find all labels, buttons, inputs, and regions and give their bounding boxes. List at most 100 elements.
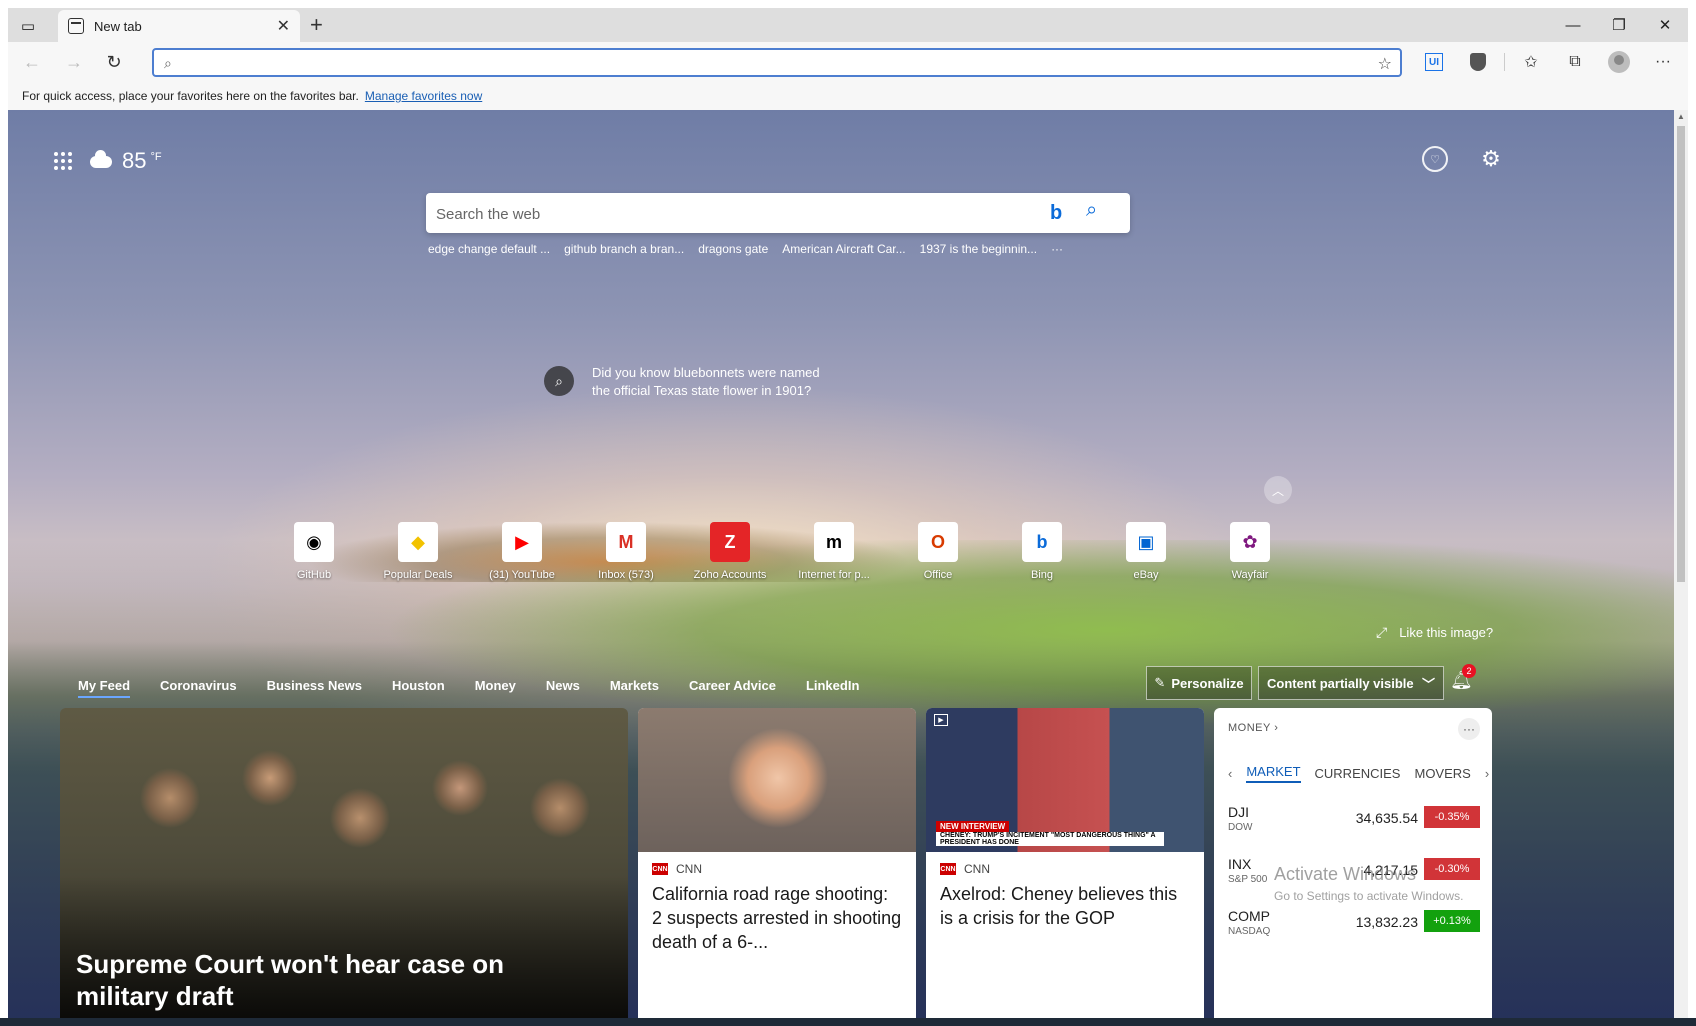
money-tab[interactable]: MARKET [1246, 764, 1301, 783]
content-visibility-dropdown[interactable]: Content partially visible ﹀ [1258, 666, 1444, 700]
apps-launcher-icon[interactable] [54, 152, 72, 170]
minimize-button[interactable]: — [1550, 8, 1596, 42]
chevron-left-icon[interactable]: ‹ [1228, 766, 1232, 781]
forward-button[interactable]: → [60, 50, 88, 74]
more-menu-button[interactable]: ··· [1641, 48, 1685, 76]
web-search-input[interactable] [436, 203, 1026, 225]
suggestion-item[interactable]: github branch a bran... [564, 242, 684, 256]
chevron-up-icon[interactable]: ︿ [1264, 476, 1292, 504]
manage-favorites-link[interactable]: Manage favorites now [365, 89, 482, 103]
feed-tab[interactable]: Coronavirus [160, 678, 237, 698]
weather-unit: °F [150, 151, 162, 163]
chevron-down-icon: ﹀ [1421, 676, 1435, 692]
market-row[interactable]: COMP NASDAQ 13,832.23 +0.13% [1228, 908, 1480, 948]
page-settings-icon[interactable]: ⚙ [1478, 146, 1504, 172]
tab-actions-icon[interactable]: ▭ [14, 14, 42, 38]
favorites-bar: For quick access, place your favorites h… [8, 82, 1688, 110]
office-icon: O [918, 522, 958, 562]
feed-tab[interactable]: Markets [610, 678, 659, 698]
suggestions-more[interactable]: ··· [1051, 242, 1063, 256]
browser-window: ▭ New tab ✕ + — ❐ ✕ ← → ↻ ⌕ ☆ UI ✩ ⧉ ···… [8, 8, 1688, 1026]
quick-link[interactable]: ▣ eBay [1094, 522, 1198, 581]
news-source-label: CNN [964, 862, 990, 876]
scrollbar-thumb[interactable] [1677, 126, 1685, 582]
image-fact-text: Did you know bluebonnets were named the … [592, 365, 820, 398]
news-card[interactable]: ▶ NEW INTERVIEW CHENEY: TRUMP'S INCITEME… [926, 708, 1204, 1026]
quick-link[interactable]: ✿ Wayfair [1198, 522, 1302, 581]
page-scrollbar[interactable]: ▲ [1674, 110, 1688, 1026]
cloud-icon [90, 150, 112, 168]
feed-tab[interactable]: Houston [392, 678, 445, 698]
quick-link[interactable]: O Office [886, 522, 990, 581]
feed-tab[interactable]: Money [475, 678, 516, 698]
pencil-icon: ✎ [1154, 675, 1166, 690]
quick-link-label: Popular Deals [383, 569, 453, 581]
market-change: +0.13% [1424, 910, 1480, 932]
personalize-button[interactable]: ✎ Personalize [1146, 666, 1252, 700]
market-symbol: INX [1228, 856, 1252, 872]
favorites-button[interactable]: ✩ [1509, 48, 1553, 76]
quick-link[interactable]: ◉ GitHub [262, 522, 366, 581]
profile-button[interactable] [1597, 48, 1641, 76]
feed-tab[interactable]: My Feed [78, 678, 131, 698]
rewards-icon[interactable]: ♡ [1422, 146, 1448, 172]
search-submit-icon[interactable]: ⌕ [1086, 199, 1097, 222]
ebay-icon: ▣ [1126, 522, 1166, 562]
quick-link-label: GitHub [296, 569, 332, 581]
collections-button[interactable]: ⧉ [1553, 48, 1597, 76]
suggestion-item[interactable]: American Aircraft Car... [782, 242, 905, 256]
money-header[interactable]: MONEY › [1228, 722, 1278, 734]
market-change: -0.30% [1424, 858, 1480, 880]
news-thumbnail [638, 708, 916, 852]
address-bar[interactable]: ⌕ ☆ [152, 48, 1402, 77]
feed-nav: My Feed Coronavirus Business News Housto… [78, 678, 859, 698]
hero-news-card[interactable]: Supreme Court won't hear case on militar… [60, 708, 628, 1026]
image-info[interactable]: ⌕ Did you know bluebonnets were named th… [544, 364, 832, 400]
zoho-icon: Z [710, 522, 750, 562]
feed-tab[interactable]: News [546, 678, 580, 698]
address-input[interactable] [188, 53, 1338, 73]
quick-link[interactable]: Z Zoho Accounts [678, 522, 782, 581]
ui-extension-button[interactable]: UI [1412, 48, 1456, 76]
restore-button[interactable]: ❐ [1596, 8, 1642, 42]
news-source: CNN CNN [926, 852, 1204, 876]
quick-links: ◉ GitHub ◆ Popular Deals ▶ (31) YouTube … [262, 522, 1302, 581]
money-tab[interactable]: MOVERS [1414, 766, 1470, 781]
quick-link[interactable]: M Inbox (573) [574, 522, 678, 581]
tab-new-tab[interactable]: New tab ✕ [58, 10, 300, 42]
quick-link[interactable]: ▶ (31) YouTube [470, 522, 574, 581]
new-tab-button[interactable]: + [310, 14, 323, 36]
weather-widget[interactable]: 85 °F [90, 148, 162, 174]
quick-link[interactable]: b Bing [990, 522, 1094, 581]
suggestion-item[interactable]: 1937 is the beginnin... [920, 242, 1037, 256]
suggestion-item[interactable]: edge change default ... [428, 242, 550, 256]
tab-title: New tab [94, 18, 142, 34]
back-button[interactable]: ← [18, 50, 46, 74]
quick-link[interactable]: ◆ Popular Deals [366, 522, 470, 581]
quick-link-label: Office [923, 569, 953, 581]
suggestion-item[interactable]: dragons gate [698, 242, 768, 256]
close-window-button[interactable]: ✕ [1642, 8, 1688, 42]
quick-link[interactable]: m Internet for p... [782, 522, 886, 581]
feed-tab[interactable]: LinkedIn [806, 678, 859, 698]
more-options-icon[interactable]: ··· [1458, 718, 1480, 740]
add-favorite-icon[interactable]: ☆ [1378, 54, 1392, 74]
money-tab[interactable]: CURRENCIES [1315, 766, 1401, 781]
feed-tab[interactable]: Career Advice [689, 678, 776, 698]
chevron-right-icon[interactable]: › [1485, 766, 1489, 781]
quick-link-label: Internet for p... [798, 569, 870, 581]
market-row[interactable]: DJI DOW 34,635.54 -0.35% [1228, 804, 1480, 844]
scroll-up-icon[interactable]: ▲ [1677, 112, 1685, 121]
news-source: CNN CNN [638, 852, 916, 876]
feed-tab[interactable]: Business News [267, 678, 362, 698]
tab-close-icon[interactable]: ✕ [277, 16, 290, 36]
news-thumbnail: ▶ NEW INTERVIEW CHENEY: TRUMP'S INCITEME… [926, 708, 1204, 852]
market-price: 4,217.15 [1363, 862, 1419, 878]
market-change: -0.35% [1424, 806, 1480, 828]
adblock-extension-button[interactable] [1456, 48, 1500, 76]
like-image-button[interactable]: ⤢ Like this image? [1376, 624, 1493, 641]
refresh-button[interactable]: ↻ [100, 50, 128, 74]
market-price: 13,832.23 [1355, 914, 1418, 930]
market-row[interactable]: INX S&P 500 4,217.15 -0.30% [1228, 856, 1480, 896]
news-card[interactable]: CNN CNN California road rage shooting: 2… [638, 708, 916, 1026]
